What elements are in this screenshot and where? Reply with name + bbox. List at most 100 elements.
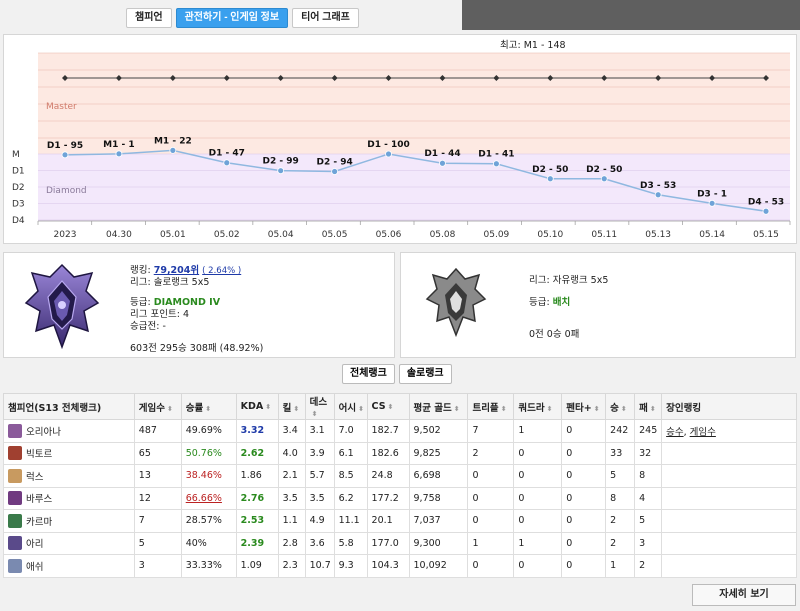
tab-tier-graph[interactable]: 티어 그래프 (292, 8, 359, 28)
sort-icon: ⬍ (265, 403, 272, 411)
tab-champion[interactable]: 챔피언 (126, 8, 172, 28)
column-header[interactable]: 챔피언(S13 전체랭크) (3, 393, 135, 420)
winrate-cell: 66.66% (180, 486, 237, 510)
champion-cell[interactable]: 카르마 (3, 509, 135, 533)
column-header-label: 장인랭킹 (666, 402, 702, 414)
penta-cell: 0 (561, 464, 607, 488)
wins-cell: 33 (605, 441, 636, 465)
triple-cell: 7 (467, 419, 515, 443)
sort-icon: ⬍ (593, 404, 600, 413)
kda-cell: 2.53 (235, 509, 279, 533)
mastery-games-link[interactable]: 게임수 (690, 427, 716, 438)
triple-cell: 0 (467, 464, 515, 488)
sort-icon: ⬍ (649, 404, 656, 413)
champion-name: 바루스 (26, 494, 53, 506)
cs-cell: 182.6 (366, 441, 410, 465)
champion-cell[interactable]: 바루스 (3, 486, 135, 510)
x-tick-label: 05.05 (322, 230, 348, 240)
column-header[interactable]: 어시 ⬍ (333, 393, 368, 420)
flex-record: 0전 0승 0패 (529, 329, 580, 340)
champion-cell[interactable]: 빅토르 (3, 441, 135, 465)
champion-name: 빅토르 (26, 449, 53, 461)
data-label: D2 - 50 (586, 165, 622, 175)
losses-cell: 3 (634, 531, 663, 555)
data-point (169, 146, 177, 154)
column-header[interactable]: 킬 ⬍ (277, 393, 306, 420)
data-label: D1 - 47 (209, 149, 245, 159)
cs-cell: 182.7 (366, 419, 410, 443)
data-point (331, 168, 339, 175)
champion-wrap: 바루스 (8, 491, 134, 506)
wins-cell: 2 (605, 531, 636, 555)
champion-wrap: 애쉬 (8, 558, 134, 573)
x-tick-label: 05.01 (160, 230, 186, 240)
gold-cell: 9,502 (408, 419, 469, 443)
table-row: 빅토르 65 50.76% 2.62 4.0 3.9 6.1 182.6 9,825 2 0 0 33 3… (3, 441, 797, 465)
column-header[interactable]: 펜타+ ⬍ (561, 393, 607, 420)
diamond-emblem-icon (24, 263, 100, 349)
all-rank-button[interactable]: 전체랭크 (342, 364, 395, 384)
data-label: D3 - 53 (640, 181, 676, 191)
kills-cell: 2.3 (277, 554, 306, 578)
column-header[interactable]: KDA ⬍ (235, 393, 279, 420)
wins-cell: 5 (605, 464, 636, 488)
peak-label: 최고: M1 - 148 (500, 40, 566, 51)
flex-rank-card: 리그: 자유랭크 5x5 등급: 배치 0전 0승 0패 (400, 252, 796, 358)
champion-cell[interactable]: 럭스 (3, 464, 135, 488)
solo-rank-button[interactable]: 솔로랭크 (398, 364, 452, 384)
sort-icon: ⬍ (500, 404, 507, 413)
column-header[interactable]: 쿼드라 ⬍ (513, 393, 563, 420)
games-cell: 3 (133, 554, 182, 578)
top-dark-bar (462, 0, 800, 30)
gold-cell: 6,698 (408, 464, 469, 488)
column-header[interactable]: 장인랭킹 (661, 393, 797, 420)
gold-cell: 7,037 (408, 509, 469, 533)
sort-icon: ⬍ (293, 404, 300, 413)
table-row: 오리아나 487 49.69% 3.32 3.4 3.1 7.0 182.7 9,502 7 1 0 2… (3, 419, 797, 443)
table-row: 카르마 7 28.57% 2.53 1.1 4.9 11.1 20.1 7,037 0 0 0 2 5 (3, 509, 797, 533)
kills-cell: 3.4 (277, 419, 306, 443)
master-zone (38, 53, 790, 154)
x-tick-label: 05.04 (268, 230, 294, 240)
x-tick-label: 05.09 (484, 230, 510, 240)
column-header[interactable]: 패 ⬍ (634, 393, 663, 420)
solo-league: 리그: 솔로랭크 5x5 (130, 277, 210, 288)
penta-cell: 0 (561, 509, 607, 533)
champion-cell[interactable]: 애쉬 (3, 554, 135, 578)
deaths-cell: 10.7 (304, 554, 335, 578)
kills-cell: 2.1 (277, 464, 306, 488)
losses-cell: 2 (634, 554, 663, 578)
column-header[interactable]: 트리플 ⬍ (467, 393, 515, 420)
data-label: D3 - 1 (697, 189, 727, 199)
column-header[interactable]: 승률 ⬍ (180, 393, 237, 420)
column-header[interactable]: 평균 골드 ⬍ (408, 393, 469, 420)
flex-tier-label: 등급: (529, 297, 550, 308)
column-header[interactable]: CS ⬍ (366, 393, 410, 420)
champion-cell[interactable]: 아리 (3, 531, 135, 555)
x-tick-label: 05.15 (753, 230, 779, 240)
assists-cell: 11.1 (333, 509, 368, 533)
column-header-label: 승률 (185, 402, 204, 414)
penta-cell: 0 (561, 486, 607, 510)
y-tick-label: D2 (12, 183, 25, 193)
champion-name: 럭스 (26, 471, 44, 483)
deaths-cell: 5.7 (304, 464, 335, 488)
tab-spectate[interactable]: 관전하기 - 인게임 정보 (175, 8, 289, 28)
losses-cell: 4 (634, 486, 663, 510)
column-header[interactable]: 게임수 ⬍ (133, 393, 182, 420)
champion-cell[interactable]: 오리아나 (3, 419, 135, 443)
x-tick-label: 05.13 (645, 230, 671, 240)
y-tick-label: D3 (12, 200, 25, 210)
sort-icon: ⬍ (311, 410, 318, 418)
table-row: 럭스 13 38.46% 1.86 2.1 5.7 8.5 24.8 6,698 0 0 0 5 8 (3, 464, 797, 488)
column-header[interactable]: 승 ⬍ (605, 393, 636, 420)
champion-wrap: 럭스 (8, 468, 134, 483)
see-more-button[interactable]: 자세히 보기 (692, 584, 796, 606)
quadra-cell: 0 (513, 509, 563, 533)
mastery-wins-link[interactable]: 승수 (666, 427, 683, 438)
winrate-cell: 38.46% (180, 464, 237, 488)
column-header[interactable]: 데스 ⬍ (304, 393, 335, 420)
gold-cell: 10,092 (408, 554, 469, 578)
champion-portrait-icon (8, 536, 22, 551)
quadra-cell: 0 (513, 486, 563, 510)
